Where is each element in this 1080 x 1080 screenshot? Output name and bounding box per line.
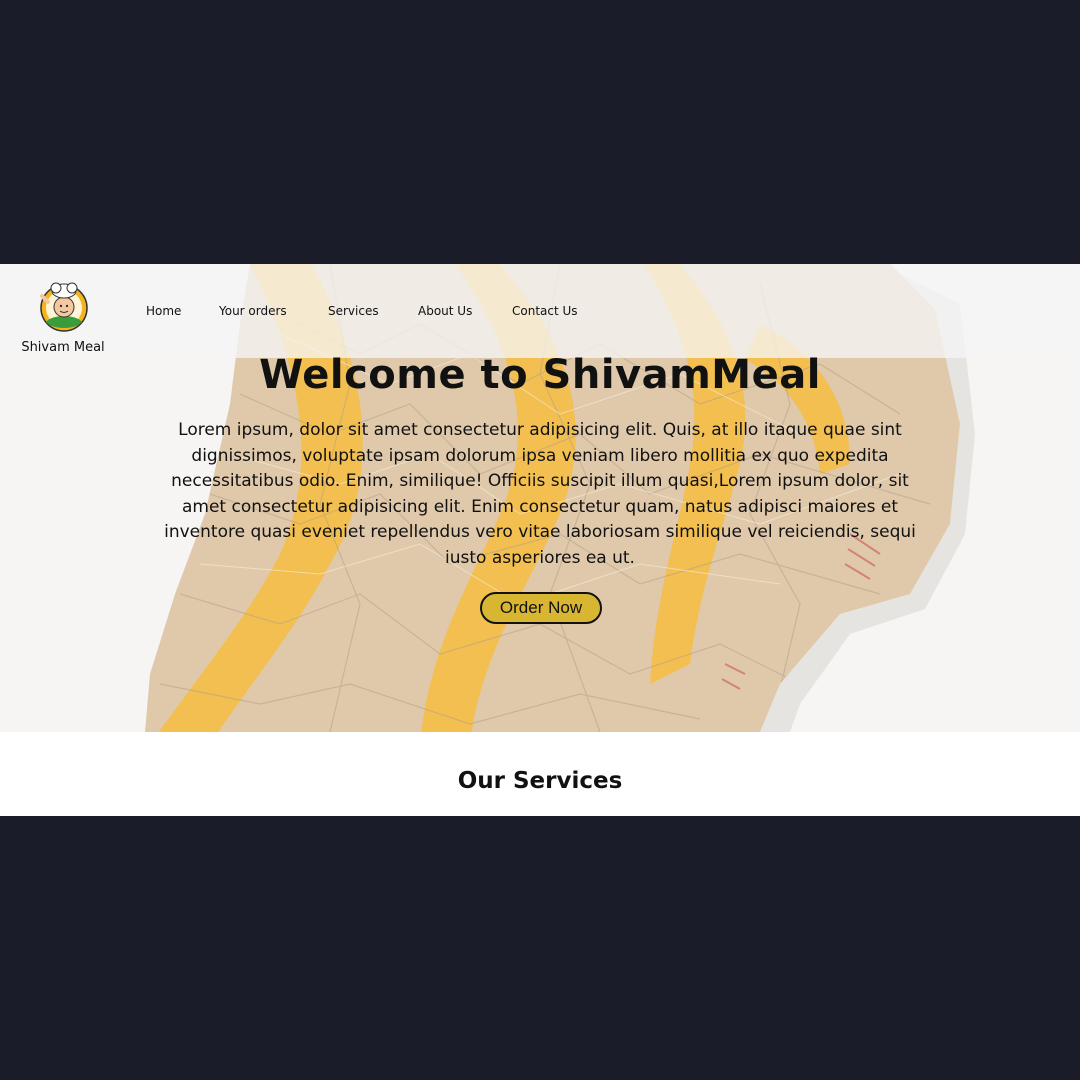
hero-section: Shivam Meal Home Your orders Services Ab…	[0, 264, 1080, 732]
navbar: Shivam Meal Home Your orders Services Ab…	[0, 264, 1080, 358]
nav-services[interactable]: Services	[328, 304, 379, 318]
browser-viewport: Shivam Meal Home Your orders Services Ab…	[0, 264, 1080, 816]
nav-contact-us[interactable]: Contact Us	[512, 304, 578, 318]
chef-mascot-icon	[40, 282, 88, 332]
brand-logo[interactable]: Shivam Meal	[20, 272, 106, 356]
hero-title: Welcome to ShivamMeal	[259, 352, 821, 398]
services-heading: Our Services	[457, 768, 623, 794]
hero-description: Lorem ipsum, dolor sit amet consectetur …	[164, 420, 916, 568]
nav-about-us[interactable]: About Us	[418, 304, 472, 318]
nav-your-orders[interactable]: Your orders	[219, 304, 287, 318]
nav-home[interactable]: Home	[146, 304, 181, 318]
order-now-button[interactable]: Order Now	[480, 592, 602, 624]
services-section: Our Services	[0, 732, 1080, 816]
